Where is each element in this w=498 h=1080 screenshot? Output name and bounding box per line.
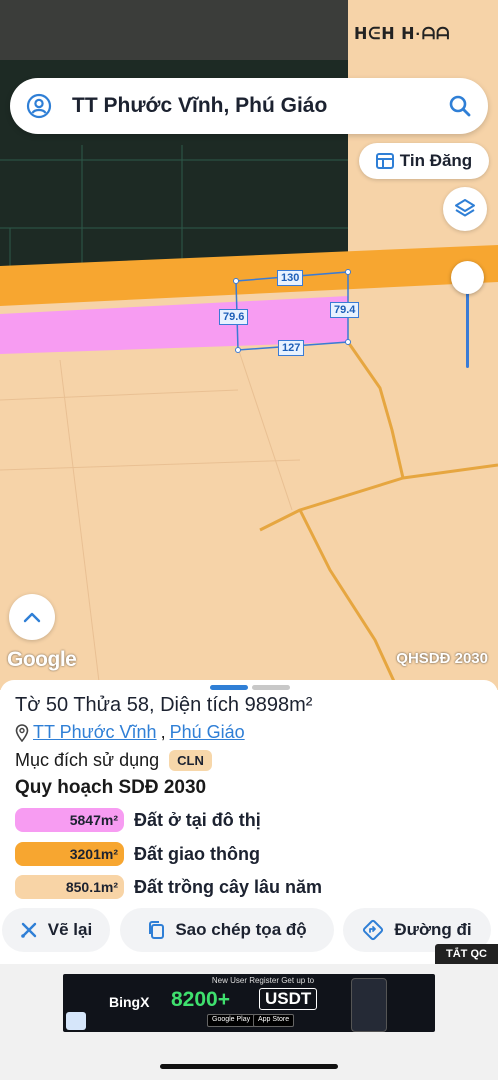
zone-row: 5847m² Đất ở tại đô thị (15, 808, 261, 832)
map-view[interactable]: ᕼᕮᕼ ᕼ·ᗩᗩ 130 79.6 79.4 127 TT Phước Vĩnh… (0, 0, 498, 690)
copy-coordinates-button[interactable]: Sao chép tọa độ (120, 908, 334, 952)
zone-area-chip: 3201m² (15, 842, 124, 866)
redraw-button[interactable]: Vẽ lại (2, 908, 110, 952)
satellite-label: ᕼᕮᕼ ᕼ·ᗩᗩ (354, 26, 451, 43)
ad-brand: BingX (109, 994, 150, 1010)
search-title[interactable]: TT Phước Vĩnh, Phú Giáo (72, 94, 448, 118)
google-logo: Google (7, 648, 77, 671)
account-icon[interactable] (26, 93, 52, 119)
zone-row: 3201m² Đất giao thông (15, 842, 260, 866)
directions-label: Đường đi (394, 920, 472, 939)
land-use-label: Mục đích sử dụng (15, 750, 160, 770)
home-indicator (160, 1064, 338, 1069)
location-pin-icon (15, 723, 29, 742)
ad-promo-text: New User Register Get up to (211, 976, 315, 985)
sheet-handle-inactive[interactable] (252, 685, 290, 690)
ad-info-icon[interactable] (66, 1012, 86, 1030)
layers-icon (455, 199, 475, 217)
close-ads-button[interactable]: TẮT QC (435, 944, 498, 964)
zone-area-chip: 850.1m² (15, 875, 124, 899)
layers-button[interactable] (443, 187, 487, 231)
expand-sheet-button[interactable] (9, 594, 55, 640)
ad-phone-image (351, 978, 387, 1032)
app-store-badge[interactable]: App Store (253, 1014, 295, 1027)
sheet-handle-active[interactable] (210, 685, 248, 690)
plot-location: TT Phước Vĩnh, Phú Giáo (15, 722, 245, 743)
land-use-code-badge: CLN (169, 750, 212, 771)
ad-banner[interactable]: BingX New User Register Get up to 8200+ … (63, 974, 435, 1032)
zone-label: Đất trồng cây lâu năm (134, 876, 323, 897)
listings-button[interactable]: Tin Đăng (359, 143, 489, 179)
location-district-link[interactable]: Phú Giáo (170, 722, 245, 743)
search-icon[interactable] (448, 94, 472, 118)
search-bar[interactable]: TT Phước Vĩnh, Phú Giáo (10, 78, 488, 134)
listings-label: Tin Đăng (399, 151, 473, 170)
plan-title: Quy hoạch SDĐ 2030 (15, 777, 207, 798)
listing-icon (375, 153, 394, 169)
ad-currency: USDT (259, 988, 318, 1010)
land-use-row: Mục đích sử dụng CLN (15, 750, 212, 771)
location-separator: , (160, 722, 166, 742)
google-play-badge[interactable]: Google Play (207, 1014, 256, 1027)
dimension-top: 130 (277, 270, 304, 286)
copy-coordinates-label: Sao chép tọa độ (175, 920, 307, 939)
copy-icon (149, 921, 165, 939)
dimension-bottom: 127 (278, 340, 305, 356)
erase-icon (20, 922, 36, 938)
zone-area-chip: 5847m² (15, 808, 124, 832)
zone-label: Đất ở tại đô thị (134, 809, 261, 830)
plot-title: Tờ 50 Thửa 58, Diện tích 9898m² (15, 694, 313, 716)
ad-amount: 8200+ (171, 988, 230, 1011)
zone-row: 850.1m² Đất trồng cây lâu năm (15, 875, 322, 899)
dimension-right: 79.4 (330, 302, 360, 318)
location-town-link[interactable]: TT Phước Vĩnh (33, 722, 157, 743)
zone-label: Đất giao thông (134, 843, 260, 864)
chevron-up-icon (23, 612, 41, 623)
plot-info-sheet: Tờ 50 Thửa 58, Diện tích 9898m² TT Phước… (0, 680, 498, 964)
dimension-left: 79.6 (219, 309, 249, 325)
planning-layer-tag: QHSDĐ 2030 (396, 650, 488, 667)
directions-icon (363, 919, 384, 941)
redraw-label: Vẽ lại (47, 920, 93, 939)
